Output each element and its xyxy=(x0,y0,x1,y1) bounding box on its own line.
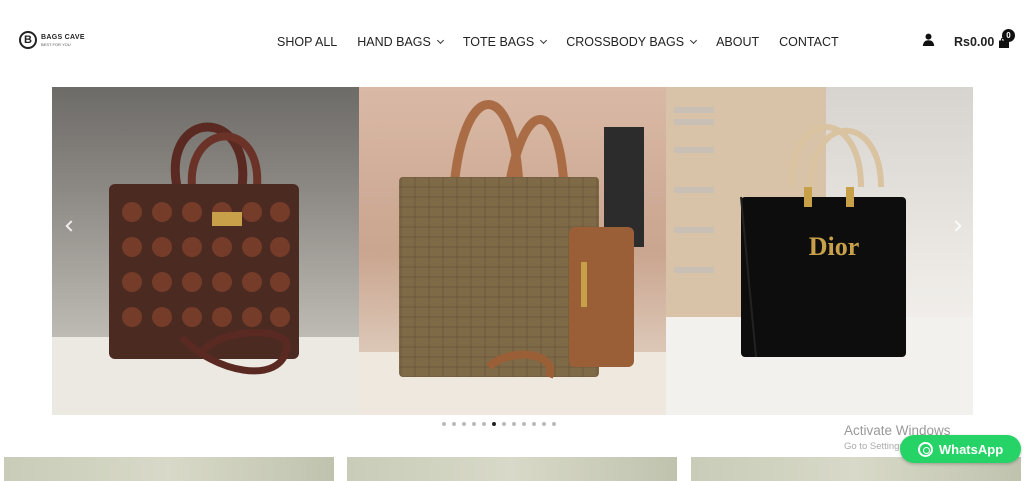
nav-item-hand-bags[interactable]: HAND BAGS xyxy=(357,35,444,49)
site-header: B BAGS CAVE BEST FOR YOU SHOP ALL HAND B… xyxy=(0,0,1024,84)
nav-item-crossbody-bags[interactable]: CROSSBODY BAGS xyxy=(566,35,698,49)
slide-coach-handbag xyxy=(52,87,359,415)
slider-dot[interactable] xyxy=(512,422,516,426)
logo-mark: B xyxy=(19,31,37,49)
whatsapp-icon xyxy=(917,441,933,457)
cart-total: Rs0.00 xyxy=(954,35,995,49)
handbag-image-3: Dior xyxy=(666,87,973,415)
activate-windows-subtitle: Go to Settings xyxy=(844,441,905,452)
slider-dot[interactable] xyxy=(462,422,466,426)
category-card[interactable] xyxy=(4,457,334,481)
category-card[interactable] xyxy=(347,457,677,481)
chevron-down-icon xyxy=(690,36,698,45)
slider-dot-active[interactable] xyxy=(492,422,496,426)
nav-item-about[interactable]: ABOUT xyxy=(716,35,759,49)
nav-item-tote-bags[interactable]: TOTE BAGS xyxy=(463,35,548,49)
slide-olive-tote xyxy=(359,87,666,415)
hero-slider[interactable]: Dior xyxy=(52,87,973,415)
brand-logo[interactable]: B BAGS CAVE BEST FOR YOU xyxy=(19,31,85,49)
logo-text-block: BAGS CAVE BEST FOR YOU xyxy=(41,34,85,47)
slider-dot[interactable] xyxy=(532,422,536,426)
category-cards-row xyxy=(0,457,1024,481)
slider-dot[interactable] xyxy=(472,422,476,426)
chevron-down-icon xyxy=(540,36,548,45)
slider-dot[interactable] xyxy=(542,422,546,426)
slider-dot[interactable] xyxy=(442,422,446,426)
brand-name: BAGS CAVE xyxy=(41,33,85,41)
nav-item-contact[interactable]: CONTACT xyxy=(779,35,839,49)
slider-pagination xyxy=(442,422,556,426)
main-navigation: SHOP ALL HAND BAGS TOTE BAGS CROSSBODY B… xyxy=(277,35,839,49)
slider-dot[interactable] xyxy=(452,422,456,426)
handbag-image-1 xyxy=(52,122,359,415)
slide-black-dior-bag: Dior xyxy=(666,87,973,415)
user-icon[interactable] xyxy=(922,33,935,46)
slider-dot[interactable] xyxy=(522,422,526,426)
chevron-down-icon xyxy=(436,36,444,45)
brand-tagline: BEST FOR YOU xyxy=(41,41,71,47)
whatsapp-label: WhatsApp xyxy=(938,441,1004,457)
cart-count-badge: 0 xyxy=(1002,29,1015,42)
svg-text:Dior: Dior xyxy=(809,232,860,261)
slider-dot[interactable] xyxy=(502,422,506,426)
slider-dot[interactable] xyxy=(552,422,556,426)
handbag-image-2 xyxy=(359,100,666,415)
whatsapp-button[interactable]: WhatsApp xyxy=(900,435,1021,463)
nav-item-shop-all[interactable]: SHOP ALL xyxy=(277,35,337,49)
slider-dot[interactable] xyxy=(482,422,486,426)
